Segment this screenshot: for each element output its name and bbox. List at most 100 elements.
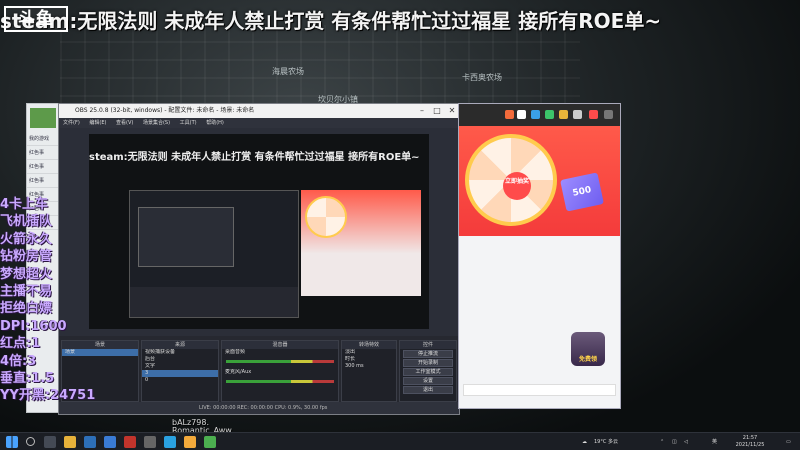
game-icon[interactable] — [545, 110, 554, 119]
file-explorer-icon[interactable] — [64, 436, 76, 448]
search-icon[interactable] — [26, 437, 35, 446]
audio-meter — [226, 380, 334, 383]
studio-mode-button[interactable]: 工作室模式 — [403, 368, 453, 376]
menu-file[interactable]: 文件(F) — [63, 120, 80, 126]
duration-label: 时长 — [345, 356, 356, 362]
nested-preview — [129, 190, 299, 318]
info-line: 火箭永久 — [0, 231, 53, 247]
tray-chevron-icon[interactable]: ⌃ — [660, 433, 664, 450]
lottery-wheel[interactable]: 立即抽奖 — [465, 134, 557, 226]
close-icon[interactable]: ✕ — [445, 104, 459, 118]
draw-now-button[interactable]: 立即抽奖 — [503, 172, 531, 200]
app-icon[interactable] — [204, 436, 216, 448]
weather-text[interactable]: 19°C 多云 — [594, 433, 618, 450]
source-item[interactable]: 0 — [142, 377, 218, 384]
chat-area: 免费领 — [459, 236, 620, 408]
minimize-icon[interactable]: – — [415, 104, 429, 118]
info-line: 4倍:3 — [0, 353, 37, 369]
source-item[interactable]: 视频捕获设备 — [142, 349, 218, 356]
controls-dock: 控件 停止推流 开始录制 工作室模式 设置 退出 — [399, 340, 457, 402]
audio-meter — [226, 360, 334, 363]
clock[interactable]: 21:57 2021/11/25 — [730, 435, 770, 449]
menu-help[interactable]: 帮助(H) — [206, 120, 224, 126]
stop-streaming-button[interactable]: 停止推流 — [403, 350, 453, 358]
app-icon[interactable] — [184, 436, 196, 448]
maximize-icon[interactable]: □ — [430, 104, 444, 118]
app-icon[interactable] — [531, 110, 540, 119]
info-line: 主播不易 — [0, 284, 53, 300]
obs-title-text: OBS 25.0.8 (32-bit, windows) - 配置文件: 未命名… — [75, 107, 255, 114]
menu-edit[interactable]: 编辑(E) — [89, 120, 106, 126]
info-line: 拒绝白嫖 — [0, 301, 53, 317]
back-icon[interactable] — [505, 110, 514, 119]
input-language[interactable]: 英 — [712, 433, 717, 450]
duration-input[interactable]: 300 ms — [342, 363, 396, 370]
list-item[interactable]: 红色事 — [27, 146, 59, 160]
transitions-dock-title: 转场特效 — [342, 341, 396, 349]
taskbar: ☁ 19°C 多云 ⌃ ◫ ◁ 英 21:57 2021/11/25 ▭ — [0, 432, 800, 450]
settings-button[interactable]: 设置 — [403, 377, 453, 385]
obs-preview[interactable]: steam:无限法则 未成年人禁止打赏 有条件帮忙过过福星 接所有ROE单~ — [89, 134, 429, 329]
grid-icon[interactable] — [559, 110, 568, 119]
info-line: 钻粉房管 — [0, 249, 53, 265]
app-icon[interactable] — [164, 436, 176, 448]
steam-icon[interactable] — [84, 436, 96, 448]
start-recording-button[interactable]: 开始录制 — [403, 359, 453, 367]
menu-tools[interactable]: 工具(T) — [180, 120, 197, 126]
lottery-banner: 立即抽奖 500 — [459, 126, 620, 236]
browser-toolbar — [459, 104, 620, 126]
info-line: DPI:1600 — [0, 318, 67, 334]
volume-icon[interactable]: ◁ — [684, 433, 688, 450]
list-item[interactable]: 我的游戏 — [27, 132, 59, 146]
stream-info-overlay: 4卡上车 飞机插队 火箭永久 钻粉房管 梦想超火 主播不易 拒绝白嫖 DPI:1… — [0, 196, 100, 405]
info-line: 垂直:1.5 — [0, 371, 55, 387]
transition-select[interactable]: 淡出 — [342, 349, 396, 356]
obs-window: OBS 25.0.8 (32-bit, windows) - 配置文件: 未命名… — [58, 103, 460, 415]
free-claim-button[interactable]: 免费领 — [571, 332, 605, 366]
clock-date: 2021/11/25 — [735, 442, 765, 448]
map-label: 海晨农场 — [272, 67, 304, 76]
chat-input[interactable] — [463, 384, 616, 396]
sources-dock: 来源 视频捕获设备 后台 文字 3 0 — [141, 340, 219, 402]
record-icon[interactable] — [589, 110, 598, 119]
transitions-dock: 转场特效 淡出 时长 300 ms — [341, 340, 397, 402]
source-item[interactable]: 文字 — [142, 363, 218, 370]
menu-view[interactable]: 查看(V) — [116, 120, 133, 126]
menu-scene-collection[interactable]: 场景集合(S) — [143, 120, 170, 126]
app-icon[interactable] — [124, 436, 136, 448]
browser-window: 立即抽奖 500 免费领 — [458, 103, 621, 409]
menu-icon[interactable] — [604, 110, 613, 119]
mixer-dock: 混音器 桌面音频 麦克风/Aux — [221, 340, 339, 402]
app-icon[interactable] — [104, 436, 116, 448]
obs-statusbar: LIVE: 00:00:00 REC: 00:00:00 CPU: 0.9%, … — [59, 402, 459, 414]
task-view-icon[interactable] — [44, 436, 56, 448]
obs-menubar: 文件(F) 编辑(E) 查看(V) 场景集合(S) 工具(T) 帮助(H) — [59, 118, 459, 128]
controls-dock-title: 控件 — [400, 341, 456, 349]
preview-ticker: steam:无限法则 未成年人禁止打赏 有条件帮忙过过福星 接所有ROE单~ — [89, 152, 420, 163]
home-icon[interactable] — [517, 110, 526, 119]
source-item[interactable]: 后台 — [142, 356, 218, 363]
stream-banner: steam:无限法则 未成年人禁止打赏 有条件帮忙过过福星 接所有ROE单~ 斗… — [0, 0, 800, 38]
info-line: 红点:1 — [0, 336, 41, 352]
info-line: YY开黑:24751 — [0, 388, 96, 404]
info-line: 4卡上车 — [0, 197, 49, 212]
notification-icon[interactable]: ▭ — [786, 433, 791, 450]
app-avatar[interactable] — [30, 108, 56, 128]
obs-icon[interactable] — [144, 436, 156, 448]
map-label: 卡西奥农场 — [462, 73, 502, 82]
prize-card: 500 — [560, 172, 604, 212]
obs-docks: 场景 场景 来源 视频捕获设备 后台 文字 3 0 混音器 桌面音频 麦克风/A… — [59, 336, 459, 402]
list-item[interactable]: 红色事 — [27, 174, 59, 188]
info-line: 飞机插队 — [0, 214, 53, 230]
clock-time: 21:57 — [742, 435, 758, 441]
settings-icon[interactable] — [573, 110, 582, 119]
network-icon[interactable]: ◫ — [672, 433, 677, 450]
info-line: 梦想超火 — [0, 266, 53, 282]
obs-titlebar[interactable]: OBS 25.0.8 (32-bit, windows) - 配置文件: 未命名… — [59, 104, 459, 118]
exit-button[interactable]: 退出 — [403, 386, 453, 394]
nested-wheel — [305, 196, 347, 238]
source-item[interactable]: 3 — [142, 370, 218, 377]
weather-icon[interactable]: ☁ — [582, 433, 587, 450]
list-item[interactable]: 红色事 — [27, 160, 59, 174]
start-icon[interactable] — [6, 436, 18, 448]
